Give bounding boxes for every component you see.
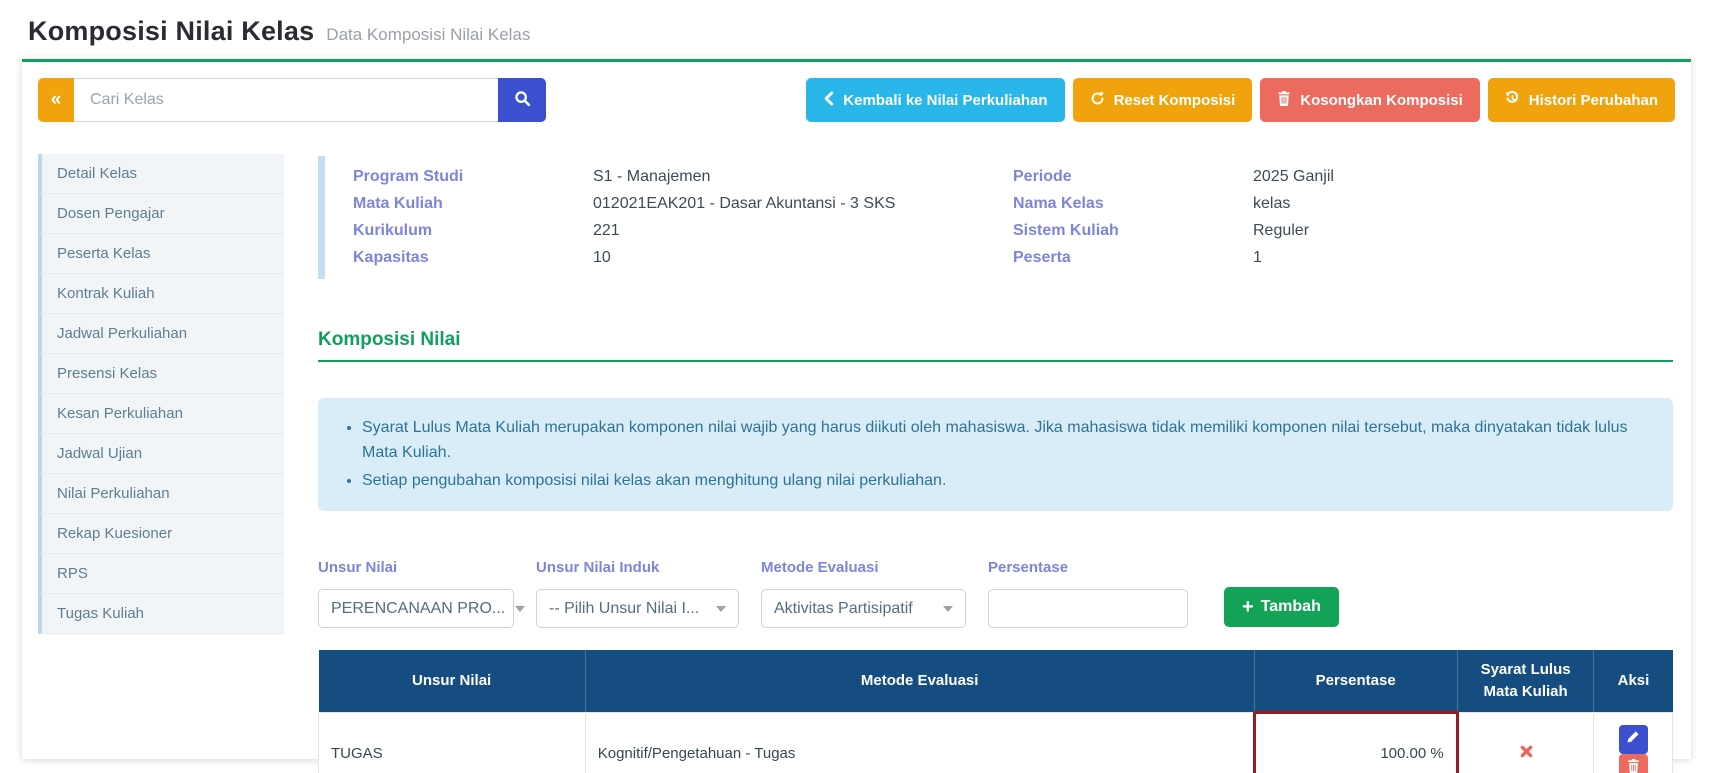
delete-row-button[interactable] [1619,754,1648,773]
table-row: TUGAS Kognitif/Pengetahuan - Tugas 100.0… [319,712,1673,773]
section-heading-komposisi-nilai: Komposisi Nilai [318,329,1673,351]
main-content: Program StudiS1 - Manajemen Mata Kuliah0… [318,154,1675,773]
page-title: Komposisi Nilai Kelas [28,16,314,47]
info-label: Mata Kuliah [353,195,593,213]
back-to-nilai-perkuliahan-button[interactable]: Kembali ke Nilai Perkuliahan [806,78,1064,122]
collapse-sidebar-button[interactable]: « [38,78,74,122]
info-label: Nama Kelas [1013,195,1253,213]
history-icon [1505,91,1520,110]
sidebar-item-jadwal-perkuliahan[interactable]: Jadwal Perkuliahan [38,314,284,354]
plus-icon: + [1242,596,1254,619]
composition-table: Unsur Nilai Metode Evaluasi Persentase S… [318,650,1673,773]
sidebar-item-peserta-kelas[interactable]: Peserta Kelas [38,234,284,274]
trash-icon [1627,759,1640,773]
histori-perubahan-button[interactable]: Histori Perubahan [1488,78,1675,122]
metode-evaluasi-select[interactable]: Aktivitas Partisipatif [761,589,966,628]
col-header-metode-evaluasi: Metode Evaluasi [585,650,1254,712]
sidebar-item-presensi-kelas[interactable]: Presensi Kelas [38,354,284,394]
class-search-group: « [38,78,546,122]
info-label: Program Studi [353,168,593,186]
unsur-nilai-induk-select[interactable]: -- Pilih Unsur Nilai I... [536,589,739,628]
chevron-down-icon [943,606,953,612]
info-alert: Syarat Lulus Mata Kuliah merupakan kompo… [318,398,1673,511]
info-value: 012021EAK201 - Dasar Akuntansi - 3 SKS [593,195,895,213]
info-value: Reguler [1253,222,1309,240]
cell-unsur-nilai: TUGAS [319,712,586,773]
sidebar-item-kesan-perkuliahan[interactable]: Kesan Perkuliahan [38,394,284,434]
persentase-label: Persentase [988,559,1188,576]
unsur-nilai-induk-label: Unsur Nilai Induk [536,559,739,576]
search-icon [514,90,531,110]
cell-syarat-lulus [1457,712,1594,773]
info-label: Sistem Kuliah [1013,222,1253,240]
unsur-nilai-select[interactable]: PERENCANAAN PRO... [318,589,514,628]
sidebar-item-rps[interactable]: RPS [38,554,284,594]
col-header-unsur-nilai: Unsur Nilai [319,650,586,712]
refresh-icon [1090,91,1105,110]
sidebar-item-detail-kelas[interactable]: Detail Kelas [38,154,284,194]
info-label: Peserta [1013,249,1253,267]
composition-form: Unsur Nilai PERENCANAAN PRO... Unsur Nil… [318,559,1673,628]
sidebar-item-nilai-perkuliahan[interactable]: Nilai Perkuliahan [38,474,284,514]
pencil-icon [1626,730,1640,748]
class-menu-sidebar: Detail Kelas Dosen Pengajar Peserta Kela… [38,154,284,773]
main-card: « Kembali ke Nilai Perkuliahan Reset K [22,59,1691,759]
table-header-row: Unsur Nilai Metode Evaluasi Persentase S… [319,650,1673,712]
x-mark-icon [1520,745,1533,762]
info-value: S1 - Manajemen [593,168,710,186]
section-divider [318,360,1673,362]
cell-persentase-flagged: 100.00 % [1254,712,1457,773]
reset-komposisi-button[interactable]: Reset Komposisi [1073,78,1253,122]
cell-aksi [1594,712,1673,773]
cell-metode-evaluasi: Kognitif/Pengetahuan - Tugas [585,712,1254,773]
col-header-syarat-lulus: Syarat Lulus Mata Kuliah [1457,650,1594,712]
persentase-input[interactable] [988,589,1188,628]
search-input[interactable] [74,78,498,122]
sidebar-item-jadwal-ujian[interactable]: Jadwal Ujian [38,434,284,474]
col-header-persentase: Persentase [1254,650,1457,712]
info-value: 221 [593,222,620,240]
unsur-nilai-label: Unsur Nilai [318,559,514,576]
col-header-aksi: Aksi [1594,650,1673,712]
metode-evaluasi-label: Metode Evaluasi [761,559,966,576]
info-label: Kapasitas [353,249,593,267]
class-info-right: Periode2025 Ganjil Nama Kelaskelas Siste… [1013,168,1673,267]
chevron-down-icon [716,606,726,612]
alert-note: Setiap pengubahan komposisi nilai kelas … [362,469,1633,494]
chevron-left-icon [823,91,834,110]
page-subtitle: Data Komposisi Nilai Kelas [326,25,530,45]
kosongkan-komposisi-button[interactable]: Kosongkan Komposisi [1260,78,1480,122]
edit-row-button[interactable] [1619,725,1648,754]
sidebar-item-dosen-pengajar[interactable]: Dosen Pengajar [38,194,284,234]
class-info-panel: Program StudiS1 - Manajemen Mata Kuliah0… [318,156,1673,279]
alert-note: Syarat Lulus Mata Kuliah merupakan kompo… [362,416,1633,466]
body-row: Detail Kelas Dosen Pengajar Peserta Kela… [38,154,1675,773]
trash-icon [1277,91,1291,110]
sidebar-item-tugas-kuliah[interactable]: Tugas Kuliah [38,594,284,634]
chevron-down-icon [515,606,525,612]
info-label: Kurikulum [353,222,593,240]
sidebar-item-rekap-kuesioner[interactable]: Rekap Kuesioner [38,514,284,554]
class-info-left: Program StudiS1 - Manajemen Mata Kuliah0… [353,168,1013,267]
page-header: Komposisi Nilai Kelas Data Komposisi Nil… [0,0,1713,59]
info-value: 2025 Ganjil [1253,168,1334,186]
info-value: 1 [1253,249,1262,267]
search-button[interactable] [498,78,546,122]
info-value: kelas [1253,195,1290,213]
toolbar-actions: Kembali ke Nilai Perkuliahan Reset Kompo… [806,78,1675,122]
info-label: Periode [1013,168,1253,186]
toolbar: « Kembali ke Nilai Perkuliahan Reset K [38,78,1675,122]
info-value: 10 [593,249,611,267]
tambah-button[interactable]: + Tambah [1224,587,1339,627]
sidebar-item-kontrak-kuliah[interactable]: Kontrak Kuliah [38,274,284,314]
chevrons-left-icon: « [51,89,62,111]
